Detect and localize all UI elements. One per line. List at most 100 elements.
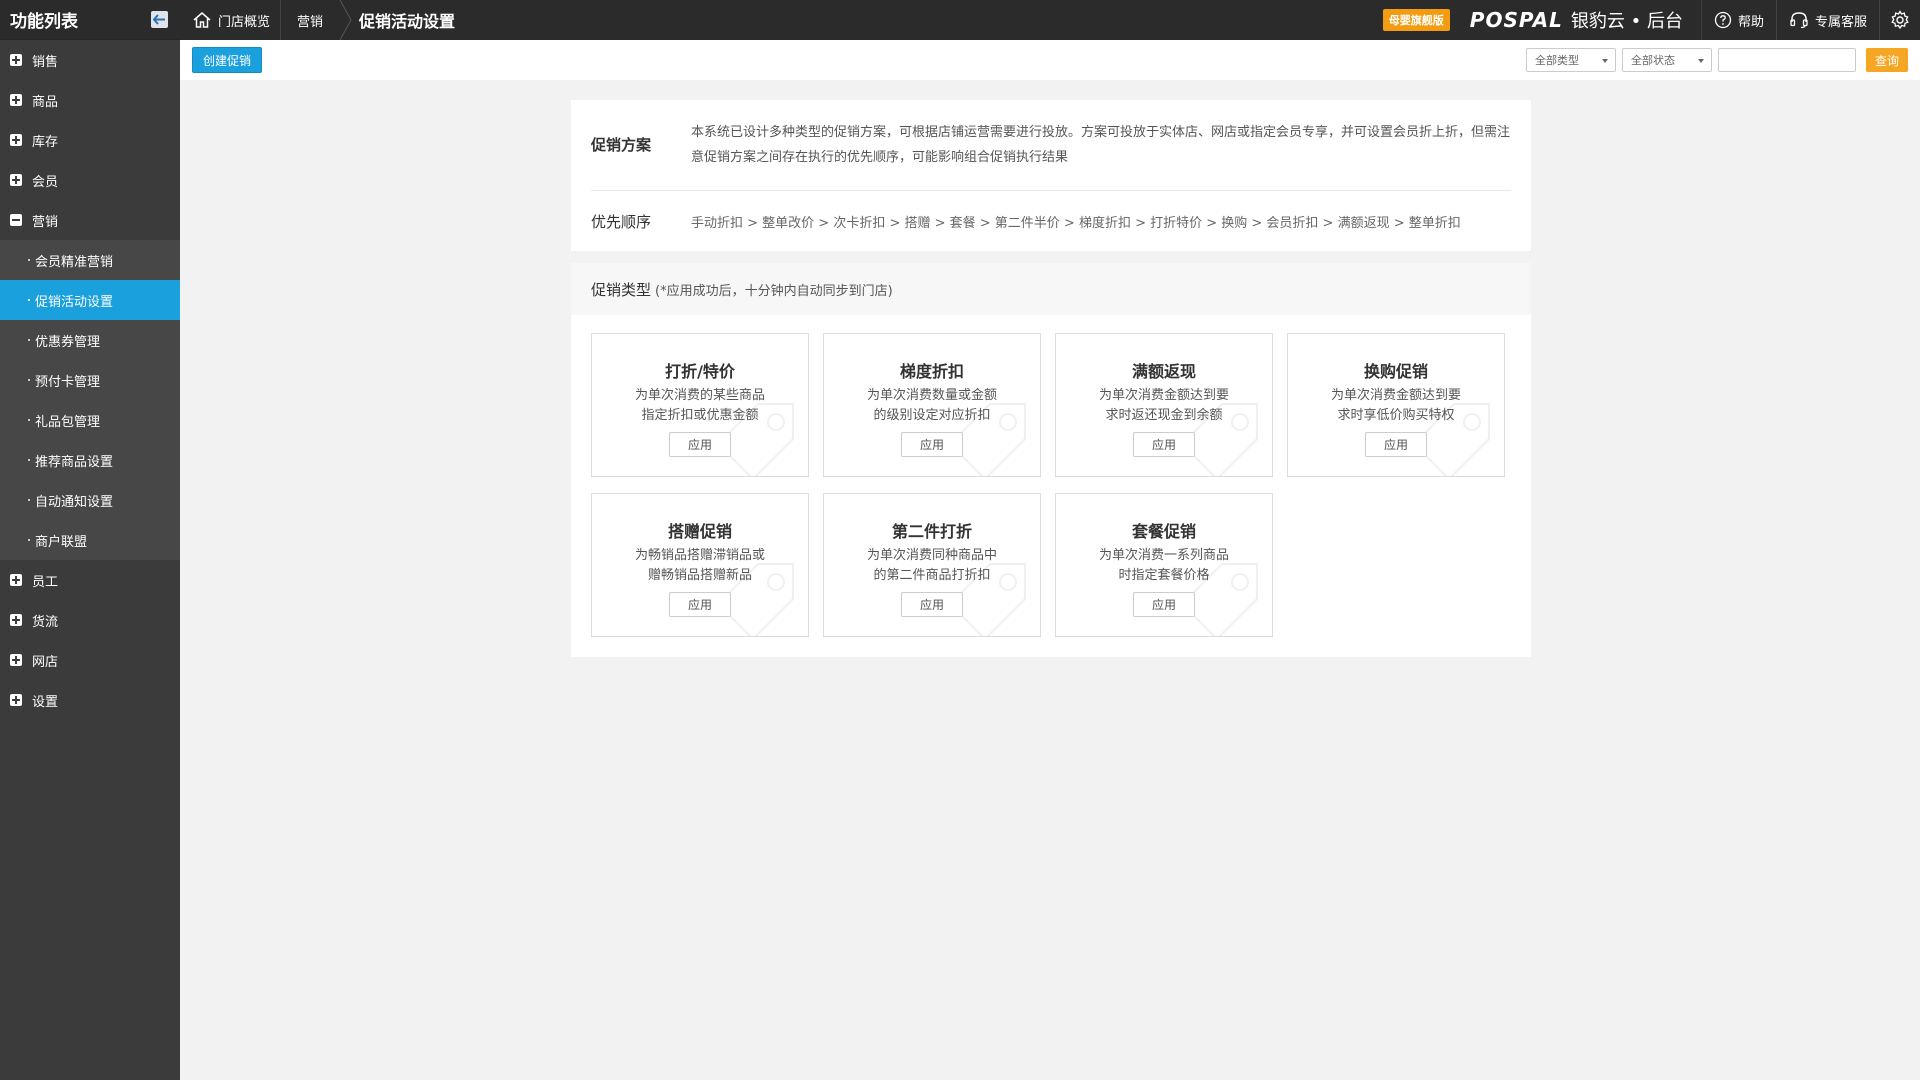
submenu-item-member-precision-marketing[interactable]: 会员精准营销 — [0, 240, 180, 280]
scheme-text: 本系统已设计多种类型的促销方案，可根据店铺运营需要进行投放。方案可投放于实体店、… — [691, 125, 1511, 165]
priority-text: 手动折扣 > 整单改价 > 次卡折扣 > 搭赠 > 套餐 > 第二件半价 > 梯… — [691, 215, 1461, 231]
submenu-item-label: 预付卡管理 — [35, 374, 101, 390]
scheme-row: 促销方案 本系统已设计多种类型的促销方案，可根据店铺运营需要进行投放。方案可投放… — [571, 100, 1531, 190]
bullet-icon — [28, 259, 30, 261]
bullet-icon — [28, 539, 30, 541]
card-desc-line: 为畅销品搭赠滞销品或 — [634, 548, 765, 563]
topbar-right: 母婴旗舰版 POSPAL 银豹云 • 后台 帮助 专属客服 — [1382, 0, 1920, 40]
collapse-icon — [10, 214, 22, 226]
sidebar-item-label: 会员 — [32, 174, 59, 190]
breadcrumb-chevron-icon — [339, 0, 353, 40]
sidebar-item-staff[interactable]: 员工 — [0, 560, 180, 600]
sidebar-item-label: 设置 — [32, 694, 59, 710]
card-desc-line: 为单次消费金额达到要 — [1098, 388, 1229, 403]
expand-icon — [10, 614, 22, 626]
card-desc-line: 时指定套餐价格 — [1118, 568, 1210, 583]
submenu-item-merchant-alliance[interactable]: 商户联盟 — [0, 520, 180, 560]
promotion-types-panel: 促销类型 (*应用成功后，十分钟内自动同步到门店) 打折/特价 为单次消费的某些… — [571, 263, 1531, 657]
submenu-item-auto-notification[interactable]: 自动通知设置 — [0, 480, 180, 520]
bullet-icon — [28, 379, 30, 381]
card-title: 打折/特价 — [665, 362, 735, 381]
sidebar-item-members[interactable]: 会员 — [0, 160, 180, 200]
sidebar-menu-lower: 员工 货流 网店 设置 — [0, 560, 180, 720]
priority-row: 优先顺序 手动折扣 > 整单改价 > 次卡折扣 > 搭赠 > 套餐 > 第二件半… — [571, 191, 1531, 251]
submenu-item-recommended-products[interactable]: 推荐商品设置 — [0, 440, 180, 480]
scheme-title: 促销方案 — [591, 136, 652, 154]
sidebar-item-marketing[interactable]: 营销 — [0, 200, 180, 240]
priority-title: 优先顺序 — [591, 212, 652, 231]
caret-down-icon — [1602, 59, 1608, 63]
sidebar-item-label: 货流 — [32, 614, 59, 630]
card-title: 满额返现 — [1131, 362, 1196, 381]
submenu-item-prepaid-card-management[interactable]: 预付卡管理 — [0, 360, 180, 400]
submenu-item-label: 礼品包管理 — [35, 414, 101, 430]
sidebar-item-online-store[interactable]: 网店 — [0, 640, 180, 680]
gear-icon — [1891, 10, 1909, 30]
card-desc-line: 求时享低价购买特权 — [1337, 408, 1455, 423]
sidebar-item-label: 库存 — [32, 134, 59, 150]
apply-button[interactable]: 应用 — [901, 432, 963, 457]
query-button[interactable]: 查询 — [1866, 48, 1908, 72]
expand-icon — [10, 654, 22, 666]
type-select-value: 全部类型 — [1535, 54, 1579, 67]
sidebar-item-logistics[interactable]: 货流 — [0, 600, 180, 640]
status-select[interactable]: 全部状态 — [1622, 48, 1712, 72]
search-input[interactable] — [1718, 48, 1856, 72]
bullet-icon — [28, 299, 30, 301]
apply-button[interactable]: 应用 — [901, 592, 963, 617]
card-title: 搭赠促销 — [667, 522, 732, 541]
bullet-icon — [28, 419, 30, 421]
create-promotion-button[interactable]: 创建促销 — [192, 47, 263, 73]
card-desc-line: 为单次消费同种商品中 — [866, 548, 997, 563]
toolbar: 创建促销 全部类型 全部状态 查询 — [180, 40, 1920, 80]
sidebar-item-label: 员工 — [32, 574, 59, 590]
card-desc-line: 指定折扣或优惠金额 — [641, 408, 759, 423]
help-button[interactable]: 帮助 — [1702, 0, 1776, 40]
caret-down-icon — [1698, 59, 1704, 63]
card-desc-line: 的第二件商品打折扣 — [873, 568, 991, 583]
submenu-item-promotion-settings[interactable]: 促销活动设置 — [0, 280, 180, 320]
apply-button[interactable]: 应用 — [669, 432, 731, 457]
expand-icon — [10, 694, 22, 706]
promotion-card-bundle-gift: 搭赠促销 为畅销品搭赠滞销品或 赠畅销品搭赠新品 应用 — [591, 493, 809, 637]
sidebar-item-products[interactable]: 商品 — [0, 80, 180, 120]
card-desc: 为单次消费数量或金额 的级别设定对应折扣 — [824, 386, 1040, 426]
home-label: 门店概览 — [218, 14, 271, 30]
breadcrumb-home[interactable]: 门店概览 — [180, 0, 280, 40]
sidebar-header: 功能列表 — [0, 0, 180, 40]
card-title: 换购促销 — [1363, 362, 1428, 381]
brand-logo: POSPAL 银豹云 • 后台 — [1470, 7, 1683, 33]
card-desc: 为畅销品搭赠滞销品或 赠畅销品搭赠新品 — [592, 546, 808, 586]
card-desc-line: 为单次消费一系列商品 — [1098, 548, 1229, 563]
customer-service-button[interactable]: 专属客服 — [1777, 0, 1879, 40]
card-title: 套餐促销 — [1131, 522, 1196, 541]
apply-button[interactable]: 应用 — [1365, 432, 1427, 457]
home-icon — [193, 12, 211, 28]
sidebar-item-inventory[interactable]: 库存 — [0, 120, 180, 160]
submenu-item-coupon-management[interactable]: 优惠券管理 — [0, 320, 180, 360]
settings-button[interactable] — [1880, 0, 1920, 40]
apply-button[interactable]: 应用 — [1133, 432, 1195, 457]
promotion-card-discount: 打折/特价 为单次消费的某些商品 指定折扣或优惠金额 应用 — [591, 333, 809, 477]
scheme-panel: 促销方案 本系统已设计多种类型的促销方案，可根据店铺运营需要进行投放。方案可投放… — [571, 100, 1531, 251]
sidebar-menu: 销售 商品 库存 会员 营销 — [0, 40, 180, 240]
submenu-item-gift-package-management[interactable]: 礼品包管理 — [0, 400, 180, 440]
card-desc-line: 为单次消费数量或金额 — [866, 388, 997, 403]
card-desc-line: 为单次消费金额达到要 — [1330, 388, 1461, 403]
bullet-icon — [28, 499, 30, 501]
apply-button[interactable]: 应用 — [1133, 592, 1195, 617]
status-select-value: 全部状态 — [1631, 54, 1675, 67]
promotion-types-note: (*应用成功后，十分钟内自动同步到门店) — [655, 283, 893, 299]
bullet-icon — [28, 459, 30, 461]
apply-button[interactable]: 应用 — [669, 592, 731, 617]
card-desc: 为单次消费金额达到要 求时享低价购买特权 — [1288, 386, 1504, 426]
card-desc: 为单次消费的某些商品 指定折扣或优惠金额 — [592, 386, 808, 426]
breadcrumb-marketing[interactable]: 营销 — [281, 0, 339, 40]
sidebar-title: 功能列表 — [10, 12, 78, 32]
collapse-sidebar-icon[interactable] — [151, 11, 168, 28]
type-select[interactable]: 全部类型 — [1526, 48, 1616, 72]
sidebar-item-settings[interactable]: 设置 — [0, 680, 180, 720]
sidebar-item-sales[interactable]: 销售 — [0, 40, 180, 80]
submenu-item-label: 推荐商品设置 — [35, 454, 114, 470]
expand-icon — [10, 574, 22, 586]
